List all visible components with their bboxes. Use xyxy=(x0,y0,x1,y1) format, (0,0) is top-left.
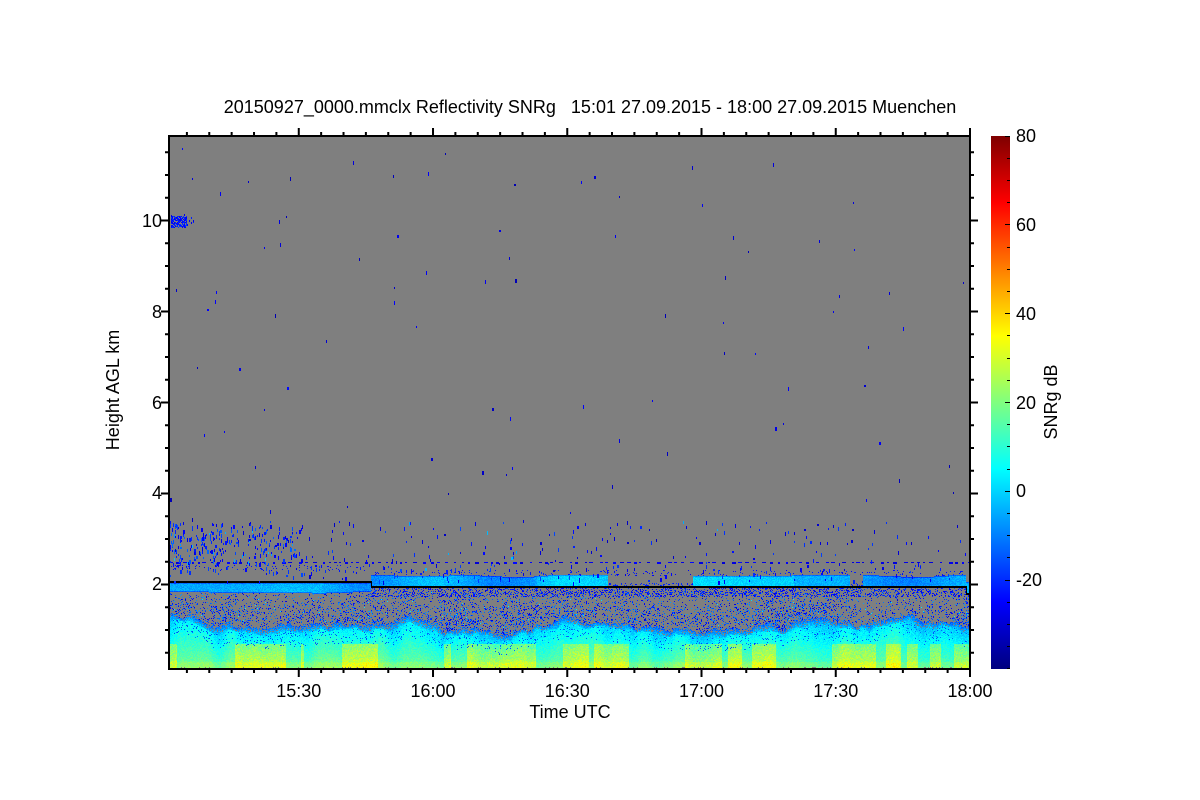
y-tick-label: 2 xyxy=(151,574,162,595)
x-tick-label: 18:00 xyxy=(947,681,993,701)
y-tick-label: 10 xyxy=(141,210,162,231)
colorbar-tick-label: -20 xyxy=(1016,570,1043,591)
x-tick-label: 16:00 xyxy=(410,681,456,701)
y-axis-label: Height AGL km xyxy=(103,329,123,451)
y-tick-label: 4 xyxy=(151,483,162,504)
x-tick-label: 15:30 xyxy=(276,681,322,701)
colorbar-tick-label: 0 xyxy=(1016,481,1027,502)
colorbar-tick-label: 40 xyxy=(1016,303,1037,324)
x-axis-label: Time UTC xyxy=(529,702,611,722)
y-tick-label: 8 xyxy=(151,301,162,322)
colorbar-tick-label: 80 xyxy=(1016,126,1037,146)
colorbar-axis-label: SNRg dB xyxy=(1041,364,1061,440)
y-tick-label: 6 xyxy=(151,392,162,413)
radar-quicklook-figure: 20150927_0000.mmclx Reflectivity SNRg 15… xyxy=(0,0,1200,800)
x-tick-label: 17:30 xyxy=(813,681,859,701)
x-tick-label: 16:30 xyxy=(544,681,590,701)
colorbar-tick-label: 20 xyxy=(1016,392,1037,413)
colorbar-tick-label: 60 xyxy=(1016,214,1037,235)
x-tick-label: 17:00 xyxy=(678,681,725,701)
